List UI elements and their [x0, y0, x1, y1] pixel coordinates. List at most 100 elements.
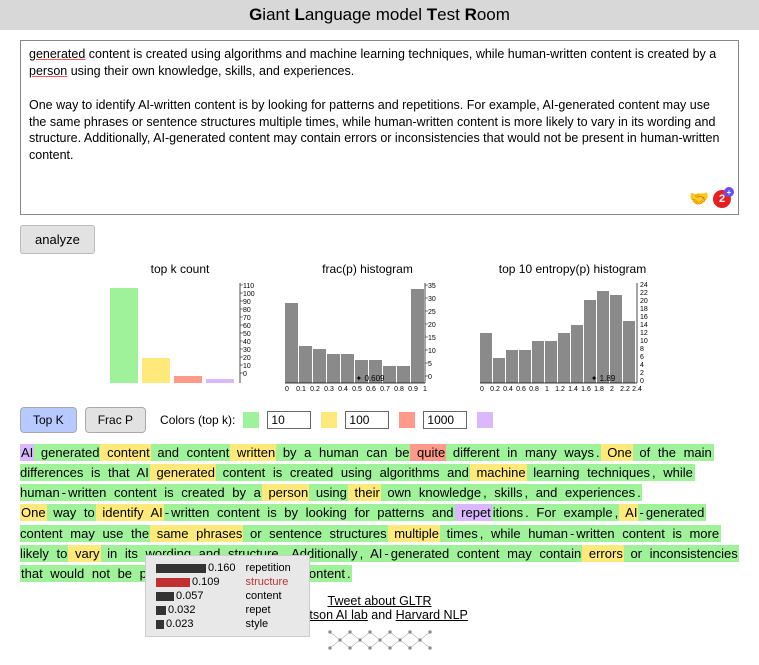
token[interactable]: content	[616, 525, 666, 542]
token[interactable]: .	[524, 504, 530, 521]
token[interactable]: written	[575, 525, 615, 542]
token[interactable]: their	[348, 484, 381, 501]
token[interactable]: generated	[34, 444, 100, 461]
token[interactable]: AI	[619, 504, 638, 521]
token[interactable]: ,	[651, 464, 657, 481]
token[interactable]: way	[47, 504, 78, 521]
token[interactable]: itions	[492, 504, 524, 521]
token[interactable]: be	[111, 565, 133, 582]
token[interactable]: content	[210, 504, 260, 521]
token[interactable]: times	[440, 525, 479, 542]
token[interactable]: and	[151, 444, 180, 461]
token[interactable]: techniques	[580, 464, 651, 481]
token[interactable]: of	[633, 444, 651, 461]
token[interactable]: -	[638, 504, 644, 521]
token[interactable]: is	[266, 464, 283, 481]
token[interactable]: by	[226, 484, 247, 501]
token[interactable]: human	[522, 525, 569, 542]
color-input-3[interactable]	[423, 411, 467, 429]
token[interactable]: human	[312, 444, 359, 461]
token[interactable]: AI	[20, 444, 34, 461]
token[interactable]: is	[261, 504, 278, 521]
token[interactable]: by	[276, 444, 297, 461]
token[interactable]: different	[446, 444, 500, 461]
token[interactable]: identify	[96, 504, 145, 521]
tweet-link[interactable]: Tweet about GLTR	[328, 594, 432, 608]
token[interactable]: more	[683, 525, 720, 542]
token[interactable]: can	[360, 444, 389, 461]
token[interactable]: content	[450, 545, 500, 562]
token[interactable]: generated	[390, 545, 451, 562]
token[interactable]: inconsistencies	[643, 545, 739, 562]
token[interactable]: generated	[645, 504, 706, 521]
text-input[interactable]: generated content is created using algor…	[20, 40, 739, 215]
token[interactable]: AI	[364, 545, 383, 562]
token[interactable]: generated	[150, 464, 216, 481]
token[interactable]: looking	[299, 504, 348, 521]
token[interactable]: content	[100, 444, 150, 461]
token[interactable]: using	[309, 484, 348, 501]
token[interactable]: a	[247, 484, 262, 501]
token[interactable]: may	[501, 545, 533, 562]
token[interactable]: .	[346, 565, 352, 582]
token[interactable]: repet	[455, 504, 492, 521]
token[interactable]: or	[624, 545, 643, 562]
token[interactable]: contain	[533, 545, 583, 562]
token[interactable]: its	[118, 545, 139, 562]
token[interactable]: and	[529, 484, 558, 501]
token[interactable]: learning	[527, 464, 581, 481]
token[interactable]: to	[50, 545, 68, 562]
token[interactable]: to	[77, 504, 95, 521]
token[interactable]: AI	[145, 504, 164, 521]
token[interactable]: not	[85, 565, 111, 582]
token[interactable]: content	[216, 464, 266, 481]
token[interactable]: use	[96, 525, 125, 542]
token[interactable]: is	[666, 525, 683, 542]
token[interactable]: written	[170, 504, 210, 521]
token[interactable]: phrases	[190, 525, 244, 542]
token[interactable]: machine	[470, 464, 527, 481]
token[interactable]: the	[651, 444, 677, 461]
token[interactable]: same	[150, 525, 189, 542]
token[interactable]: One	[601, 444, 633, 461]
token[interactable]: created	[175, 484, 226, 501]
token[interactable]: knowledge	[412, 484, 482, 501]
handshake-icon[interactable]: 🤝	[689, 189, 709, 209]
token[interactable]: while	[657, 464, 694, 481]
token[interactable]: One	[20, 504, 47, 521]
token[interactable]: content	[107, 484, 157, 501]
token[interactable]: ,	[482, 484, 488, 501]
token[interactable]: using	[334, 464, 373, 481]
token[interactable]: or	[243, 525, 262, 542]
token[interactable]: for	[348, 504, 371, 521]
token[interactable]: is	[158, 484, 175, 501]
token[interactable]: many	[518, 444, 557, 461]
token[interactable]: person	[262, 484, 309, 501]
token[interactable]: that	[101, 464, 130, 481]
token[interactable]: created	[283, 464, 334, 481]
token[interactable]: and	[441, 464, 470, 481]
token[interactable]: For	[530, 504, 557, 521]
token[interactable]: be	[388, 444, 410, 461]
highlighted-output[interactable]: AI generated content and content written…	[20, 443, 739, 584]
token[interactable]: quite	[410, 444, 446, 461]
token[interactable]: a	[298, 444, 313, 461]
analyze-button[interactable]: analyze	[20, 225, 95, 254]
token[interactable]: experiences	[558, 484, 636, 501]
token[interactable]: and	[425, 504, 454, 521]
token[interactable]: multiple	[388, 525, 440, 542]
color-input-1[interactable]	[267, 411, 311, 429]
token[interactable]: structures	[323, 525, 388, 542]
token[interactable]: may	[64, 525, 96, 542]
token[interactable]: in	[501, 444, 519, 461]
token[interactable]: the	[124, 525, 150, 542]
token[interactable]: content	[180, 444, 230, 461]
token[interactable]: by	[278, 504, 299, 521]
token[interactable]: vary	[68, 545, 100, 562]
token[interactable]: main	[677, 444, 713, 461]
token[interactable]: AI	[131, 464, 150, 481]
token[interactable]: while	[484, 525, 521, 542]
token[interactable]: in	[101, 545, 119, 562]
token[interactable]: skills	[488, 484, 524, 501]
token[interactable]: that	[20, 565, 44, 582]
